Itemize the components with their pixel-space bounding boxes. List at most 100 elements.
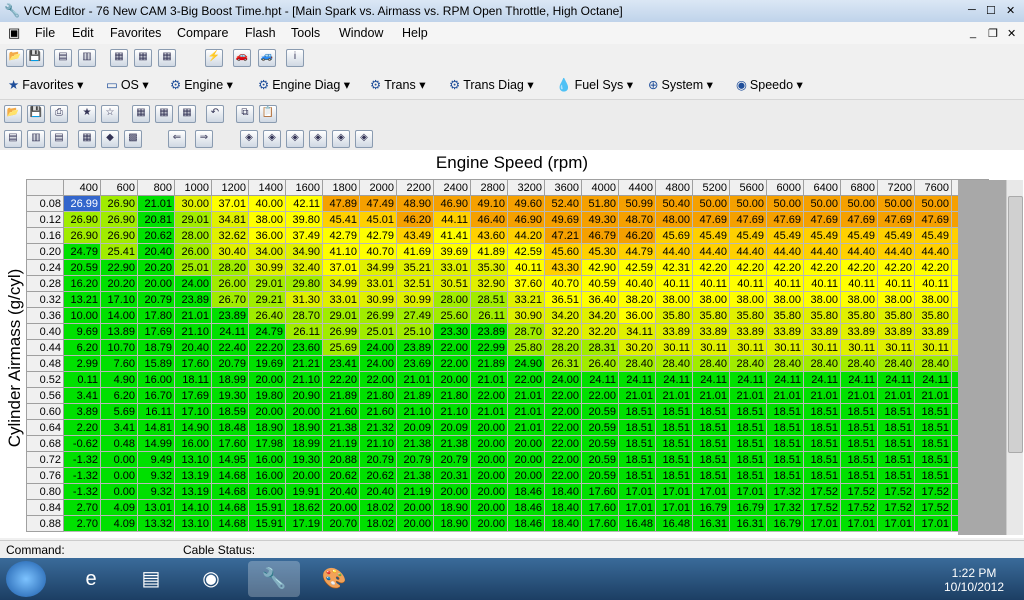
table-cell[interactable]: 16.31 bbox=[692, 515, 730, 532]
table-cell[interactable]: 21.01 bbox=[396, 371, 434, 388]
table-cell[interactable]: 38.00 bbox=[729, 291, 767, 308]
table-cell[interactable]: 2.70 bbox=[63, 499, 101, 516]
table-cell[interactable]: 44.40 bbox=[729, 243, 767, 260]
table-cell[interactable]: 20.79 bbox=[359, 451, 397, 468]
table-cell[interactable]: 35.30 bbox=[470, 259, 508, 276]
table-cell[interactable]: 6.20 bbox=[63, 339, 101, 356]
table-cell[interactable]: 20.00 bbox=[248, 403, 286, 420]
table-cell[interactable]: 29.01 bbox=[322, 307, 360, 324]
table-cell[interactable]: 20.20 bbox=[100, 275, 138, 292]
table-cell[interactable]: 20.00 bbox=[470, 451, 508, 468]
table-cell[interactable]: 40.11 bbox=[840, 275, 878, 292]
table-cell[interactable]: 38.00 bbox=[766, 291, 804, 308]
table-cell[interactable]: 45.41 bbox=[322, 211, 360, 228]
table-cell[interactable]: 19.80 bbox=[248, 387, 286, 404]
table-cell[interactable]: 23.30 bbox=[433, 323, 471, 340]
scroll-thumb[interactable] bbox=[1008, 196, 1023, 453]
table-cell[interactable]: 16.31 bbox=[729, 515, 767, 532]
table-cell[interactable]: 33.89 bbox=[655, 323, 693, 340]
table-cell[interactable]: 40.70 bbox=[359, 243, 397, 260]
table-cell[interactable]: 20.40 bbox=[137, 243, 175, 260]
table-cell[interactable]: 39.80 bbox=[285, 211, 323, 228]
table-cell[interactable]: 22.20 bbox=[322, 371, 360, 388]
table-cell[interactable]: 40.11 bbox=[655, 275, 693, 292]
table-cell[interactable]: 30.99 bbox=[359, 291, 397, 308]
table-cell[interactable]: 18.51 bbox=[877, 467, 915, 484]
table-cell[interactable]: 17.01 bbox=[655, 499, 693, 516]
table-cell[interactable]: 41.69 bbox=[396, 243, 434, 260]
table-cell[interactable]: 18.51 bbox=[766, 419, 804, 436]
table-cell[interactable]: 33.21 bbox=[507, 291, 545, 308]
table-cell[interactable]: 35.80 bbox=[766, 307, 804, 324]
table-cell[interactable]: 21.10 bbox=[174, 323, 212, 340]
table-cell[interactable]: 20.88 bbox=[322, 451, 360, 468]
table-cell[interactable]: 49.30 bbox=[581, 211, 619, 228]
table-cell[interactable]: 47.89 bbox=[322, 195, 360, 212]
table-cell[interactable]: 17.98 bbox=[248, 435, 286, 452]
compare-icon[interactable]: ▦ bbox=[110, 49, 128, 67]
table-cell[interactable]: 33.01 bbox=[433, 259, 471, 276]
table-cell[interactable]: 25.69 bbox=[322, 339, 360, 356]
nav-trans-diag[interactable]: ⚙ Trans Diag ▾ bbox=[449, 77, 534, 92]
table-cell[interactable]: 21.60 bbox=[359, 403, 397, 420]
nav-system[interactable]: ⊕ System ▾ bbox=[648, 77, 713, 92]
table-cell[interactable]: 30.11 bbox=[655, 339, 693, 356]
table-cell[interactable]: 23.60 bbox=[285, 339, 323, 356]
table-cell[interactable]: 42.20 bbox=[877, 259, 915, 276]
table-cell[interactable]: 33.89 bbox=[729, 323, 767, 340]
table-cell[interactable]: 34.90 bbox=[285, 243, 323, 260]
table-cell[interactable]: 21.89 bbox=[322, 387, 360, 404]
table-cell[interactable]: 21.01 bbox=[137, 195, 175, 212]
table-cell[interactable]: 43.60 bbox=[470, 227, 508, 244]
table-cell[interactable]: 9.69 bbox=[63, 323, 101, 340]
table-cell[interactable]: 4.09 bbox=[100, 515, 138, 532]
table-cell[interactable]: 45.49 bbox=[766, 227, 804, 244]
table-cell[interactable]: 47.69 bbox=[729, 211, 767, 228]
table-cell[interactable]: 47.69 bbox=[803, 211, 841, 228]
table-cell[interactable]: 29.01 bbox=[174, 211, 212, 228]
table-cell[interactable]: 19.30 bbox=[211, 387, 249, 404]
table-cell[interactable]: 18.51 bbox=[803, 435, 841, 452]
table-cell[interactable]: 30.11 bbox=[729, 339, 767, 356]
table-cell[interactable]: 24.11 bbox=[581, 371, 619, 388]
table-view-icon[interactable]: ▤ bbox=[4, 130, 22, 148]
table-cell[interactable]: 40.11 bbox=[803, 275, 841, 292]
table-cell[interactable]: 24.11 bbox=[840, 371, 878, 388]
table-cell[interactable]: 46.79 bbox=[581, 227, 619, 244]
color-b-icon[interactable]: ◈ bbox=[263, 130, 281, 148]
table-cell[interactable]: 20.00 bbox=[470, 499, 508, 516]
table-cell[interactable]: 30.11 bbox=[914, 339, 952, 356]
table-cell[interactable]: 28.00 bbox=[174, 227, 212, 244]
table-cell[interactable]: 18.51 bbox=[766, 467, 804, 484]
table-cell[interactable]: 23.89 bbox=[211, 307, 249, 324]
table-cell[interactable]: 2.99 bbox=[63, 355, 101, 372]
table-cell[interactable]: 40.11 bbox=[877, 275, 915, 292]
table-cell[interactable]: 20.59 bbox=[581, 419, 619, 436]
table-cell[interactable]: -1.32 bbox=[63, 483, 101, 500]
table-cell[interactable]: 42.20 bbox=[729, 259, 767, 276]
table-cell[interactable]: 21.01 bbox=[914, 387, 952, 404]
nav-engine[interactable]: ⚙ Engine ▾ bbox=[170, 77, 233, 92]
table-cell[interactable]: 26.90 bbox=[100, 195, 138, 212]
table-cell[interactable]: 20.00 bbox=[433, 371, 471, 388]
table-cell[interactable]: 42.20 bbox=[840, 259, 878, 276]
table-cell[interactable]: 22.20 bbox=[248, 339, 286, 356]
table-cell[interactable]: 28.40 bbox=[840, 355, 878, 372]
table-cell[interactable]: 17.80 bbox=[137, 307, 175, 324]
table-cell[interactable]: 26.40 bbox=[581, 355, 619, 372]
table-cell[interactable]: 18.51 bbox=[877, 403, 915, 420]
table-cell[interactable]: 50.99 bbox=[618, 195, 656, 212]
table-cell[interactable]: 18.51 bbox=[914, 467, 952, 484]
table-cell[interactable]: 20.00 bbox=[322, 499, 360, 516]
table-cell[interactable]: 17.01 bbox=[877, 515, 915, 532]
table-cell[interactable]: 21.01 bbox=[877, 387, 915, 404]
table-cell[interactable]: 16.00 bbox=[248, 483, 286, 500]
info-icon[interactable]: i bbox=[286, 49, 304, 67]
table-cell[interactable]: 18.51 bbox=[655, 419, 693, 436]
table-cell[interactable]: 25.01 bbox=[174, 259, 212, 276]
table-cell[interactable]: 16.00 bbox=[137, 371, 175, 388]
table-cell[interactable]: 18.51 bbox=[766, 403, 804, 420]
table-cell[interactable]: 26.90 bbox=[100, 227, 138, 244]
table-cell[interactable]: 32.40 bbox=[285, 259, 323, 276]
table-cell[interactable]: 20.79 bbox=[396, 451, 434, 468]
